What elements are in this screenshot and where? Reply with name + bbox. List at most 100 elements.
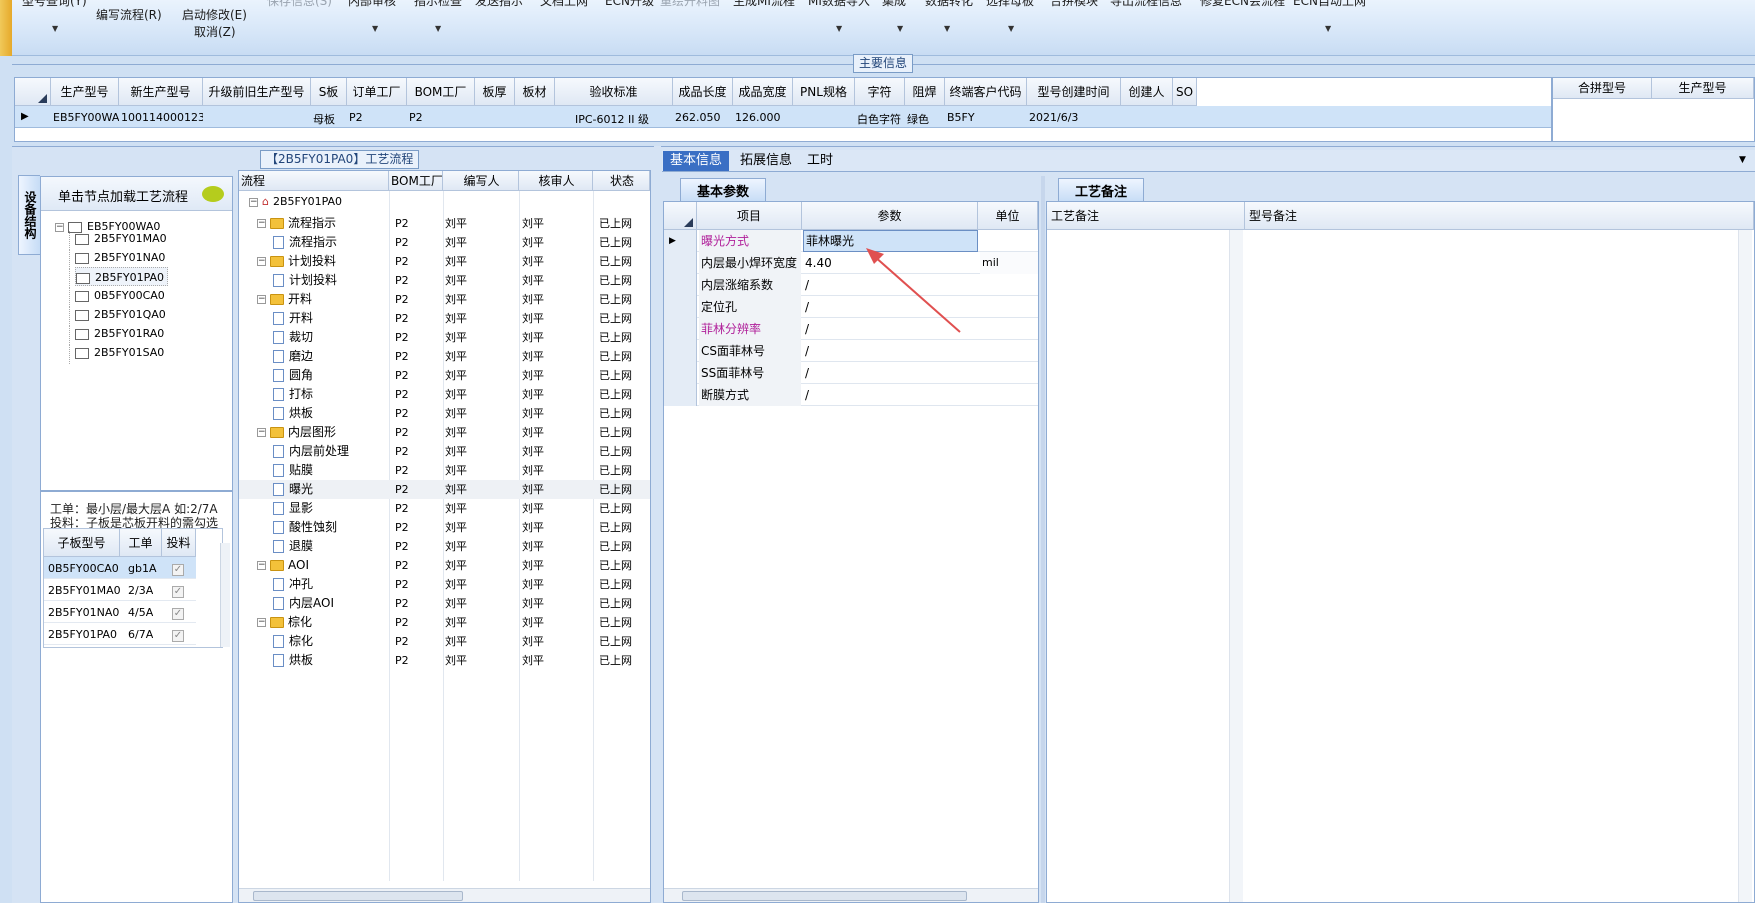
params-hscroll[interactable] — [664, 888, 1038, 902]
ribbon-item[interactable]: 合拼模块 — [1050, 0, 1098, 9]
tree-node[interactable]: 2B5FY01NA0 — [75, 248, 165, 267]
start-edit-button[interactable]: 启动修改(E) — [182, 6, 247, 23]
ribbon-item[interactable]: 文档上网 — [540, 0, 588, 9]
ribbon-item[interactable]: 数据转化 — [925, 0, 973, 9]
param-row[interactable]: 断膜方式 / — [664, 384, 1038, 406]
params-hscroll-thumb[interactable] — [682, 891, 967, 901]
chevron-down-icon[interactable]: ▼ — [372, 24, 378, 33]
tree-node[interactable]: 2B5FY01RA0 — [75, 324, 164, 343]
edit-flow-button[interactable]: 编写流程(R) — [96, 6, 162, 23]
flow-root[interactable]: − ⌂ 2B5FY01PA0 — [249, 195, 342, 208]
ribbon-item[interactable]: ECN自动上网 — [1293, 0, 1366, 9]
flow-row[interactable]: 流程指示 P2 刘平 刘平 已上网 — [239, 233, 650, 252]
collapse-icon[interactable]: − — [257, 561, 266, 570]
ribbon-item[interactable]: 修复ECN会流程 — [1200, 0, 1285, 9]
ribbon-item[interactable]: 导出流程信息 — [1110, 0, 1182, 9]
param-row[interactable]: 内层最小焊环宽度 4.40 mil — [664, 252, 1038, 274]
tab-hours[interactable]: 工时 — [800, 151, 840, 171]
flow-row[interactable]: 磨边 P2 刘平 刘平 已上网 — [239, 347, 650, 366]
work-order-row[interactable]: 2B5FY01PA0 6/7A ✓ — [44, 623, 196, 645]
param-row[interactable]: 菲林分辨率 / — [664, 318, 1038, 340]
tree-node[interactable]: 2B5FY01PA0 — [75, 267, 169, 286]
ribbon-item[interactable]: 选择母板 — [986, 0, 1034, 9]
param-row[interactable]: SS面菲林号 / — [664, 362, 1038, 384]
chevron-down-icon[interactable]: ▼ — [836, 24, 842, 33]
param-row[interactable]: ▶ 曝光方式 菲林曝光 — [664, 230, 1038, 252]
tab-menu-icon[interactable]: ▼ — [1739, 155, 1746, 165]
flow-row[interactable]: − 开料 P2 刘平 刘平 已上网 — [239, 290, 650, 309]
ribbon-item[interactable]: MI数据导入 — [808, 0, 870, 9]
tree-node[interactable]: 2B5FY01SA0 — [75, 343, 164, 362]
param-row[interactable]: 内层涨缩系数 / — [664, 274, 1038, 296]
param-row[interactable]: CS面菲林号 / — [664, 340, 1038, 362]
wo-feed-checkbox[interactable]: ✓ — [172, 605, 184, 620]
ribbon-item[interactable]: 型号查询(Y) — [22, 0, 87, 9]
flow-row[interactable]: 曝光 P2 刘平 刘平 已上网 — [239, 480, 650, 499]
chevron-down-icon[interactable]: ▼ — [52, 24, 58, 33]
chevron-down-icon[interactable]: ▼ — [435, 24, 441, 33]
flow-row[interactable]: 裁切 P2 刘平 刘平 已上网 — [239, 328, 650, 347]
tab-basic-params[interactable]: 基本参数 — [680, 178, 767, 202]
param-row[interactable]: 定位孔 / — [664, 296, 1038, 318]
chevron-down-icon[interactable]: ▼ — [1008, 24, 1014, 33]
flow-row[interactable]: 贴膜 P2 刘平 刘平 已上网 — [239, 461, 650, 480]
flow-hscroll-thumb[interactable] — [253, 891, 463, 901]
tab-basic[interactable]: 基本信息 — [663, 151, 730, 171]
notes-splitter[interactable] — [1041, 176, 1045, 903]
work-order-row[interactable]: 2B5FY01NA0 4/5A ✓ — [44, 601, 196, 623]
tree-node[interactable]: 0B5FY00CA0 — [75, 286, 165, 305]
notes-model-scroll[interactable] — [1738, 230, 1752, 902]
chevron-down-icon[interactable]: ▼ — [944, 24, 950, 33]
ribbon-save-item[interactable]: 保存信息(S) — [267, 0, 332, 9]
chevron-down-icon[interactable]: ▼ — [897, 24, 903, 33]
flow-row[interactable]: 烘板 P2 刘平 刘平 已上网 — [239, 651, 650, 670]
tree-node[interactable]: 2B5FY01MA0 — [75, 229, 167, 248]
param-value[interactable]: / — [803, 362, 978, 384]
flow-row[interactable]: 棕化 P2 刘平 刘平 已上网 — [239, 632, 650, 651]
param-value[interactable]: / — [803, 384, 978, 406]
ribbon-item[interactable]: 重绘开料图 — [660, 0, 720, 9]
flow-row[interactable]: − 棕化 P2 刘平 刘平 已上网 — [239, 613, 650, 632]
flow-row[interactable]: 打标 P2 刘平 刘平 已上网 — [239, 385, 650, 404]
tree-node[interactable]: 2B5FY01QA0 — [75, 305, 166, 324]
collapse-icon[interactable]: − — [257, 295, 266, 304]
flow-row[interactable]: 冲孔 P2 刘平 刘平 已上网 — [239, 575, 650, 594]
wo-feed-checkbox[interactable]: ✓ — [172, 583, 184, 598]
collapse-icon[interactable]: − — [257, 618, 266, 627]
flow-row[interactable]: 圆角 P2 刘平 刘平 已上网 — [239, 366, 650, 385]
work-order-row[interactable]: 2B5FY01MA0 2/3A ✓ — [44, 579, 196, 601]
wo-feed-checkbox[interactable]: ✓ — [172, 561, 184, 576]
ribbon-item[interactable]: 生成MI流程 — [733, 0, 795, 9]
notes-process-scroll[interactable] — [1229, 230, 1243, 902]
cancel-button[interactable]: 取消(Z) — [194, 23, 236, 40]
ribbon-item[interactable]: ECN升级 — [605, 0, 654, 9]
splitter[interactable] — [654, 146, 661, 903]
flow-row[interactable]: − 内层图形 P2 刘平 刘平 已上网 — [239, 423, 650, 442]
flow-row[interactable]: 开料 P2 刘平 刘平 已上网 — [239, 309, 650, 328]
collapse-icon[interactable]: − — [257, 428, 266, 437]
collapse-icon[interactable]: − — [257, 257, 266, 266]
work-order-row[interactable]: 0B5FY00CA0 gb1A ✓ — [44, 557, 196, 579]
flow-row[interactable]: 计划投料 P2 刘平 刘平 已上网 — [239, 271, 650, 290]
flow-row[interactable]: 烘板 P2 刘平 刘平 已上网 — [239, 404, 650, 423]
ribbon-app-button[interactable] — [0, 0, 12, 56]
side-tab-structure[interactable]: 设备结构 — [18, 175, 40, 255]
ribbon-item[interactable]: 发送指示 — [475, 0, 523, 9]
wo-scrollbar[interactable] — [220, 543, 230, 647]
ribbon-item[interactable]: 内部审核 — [348, 0, 396, 9]
flow-hscroll[interactable] — [239, 888, 650, 902]
ribbon-item[interactable]: 集成 — [882, 0, 906, 9]
param-value[interactable]: / — [803, 340, 978, 362]
flow-row[interactable]: − 计划投料 P2 刘平 刘平 已上网 — [239, 252, 650, 271]
ribbon-item[interactable]: 指示检查 — [414, 0, 462, 9]
flow-row[interactable]: 内层前处理 P2 刘平 刘平 已上网 — [239, 442, 650, 461]
wo-feed-checkbox[interactable]: ✓ — [172, 627, 184, 642]
flow-row[interactable]: − AOI P2 刘平 刘平 已上网 — [239, 556, 650, 575]
flow-row[interactable]: 酸性蚀刻 P2 刘平 刘平 已上网 — [239, 518, 650, 537]
tab-process-notes[interactable]: 工艺备注 — [1058, 178, 1145, 202]
speech-bubble-icon[interactable] — [202, 186, 224, 202]
flow-row[interactable]: 内层AOI P2 刘平 刘平 已上网 — [239, 594, 650, 613]
tab-extended[interactable]: 拓展信息 — [733, 151, 799, 171]
flow-row[interactable]: − 流程指示 P2 刘平 刘平 已上网 — [239, 214, 650, 233]
chevron-down-icon[interactable]: ▼ — [1325, 24, 1331, 33]
